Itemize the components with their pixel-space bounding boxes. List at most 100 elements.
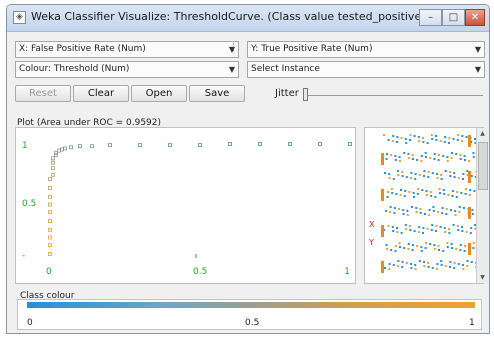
panel-strip-dot [456,225,459,227]
panel-strip-dot [464,193,467,195]
panel-strip-dot [417,136,420,138]
panel-strip-dot [394,159,397,161]
panel-strip-dot [409,139,411,141]
panel-strip-dot [389,211,392,213]
reset-button[interactable]: Reset [15,85,71,102]
panel-strip-marker [468,207,471,219]
save-button[interactable]: Save [189,85,245,102]
x-tick-label: 0.5 [193,267,207,277]
panel-strip-dot [400,232,403,234]
plot-area[interactable]: 1 0.5 - 0 0.5 1 [15,127,356,284]
panel-strip-dot [460,192,463,194]
panel-strip-dot [389,206,392,208]
panel-strip-dot [433,248,436,250]
panel-strip-dot [459,154,462,156]
panel-strip-dot [461,230,464,232]
panel-strip-dot [418,226,421,228]
panel-strip-dot [410,267,413,269]
panel-strip-dot [390,154,393,156]
roc-point [48,202,52,207]
panel-strip-dot [414,264,417,266]
panel-strip-dot [453,267,456,269]
panel-strip-dot [422,141,425,143]
panel-strip-dot [394,245,397,247]
panel-strip-dot [444,136,447,138]
x-tick-label: 0 [46,267,52,277]
panel-strip-dot [433,153,436,155]
minimize-button[interactable]: – [419,9,442,26]
roc-point [258,142,262,146]
clear-button[interactable]: Clear [73,85,129,102]
panel-strip-dot [397,170,399,172]
panel-strip-dot [432,210,435,212]
jitter-slider-track[interactable] [303,95,483,96]
panel-strip-dot [402,213,405,215]
panel-strip-dot [409,225,411,227]
class-colour-gradient [27,302,475,308]
panel-strip-dot [411,249,414,251]
panel-strip-dot [472,247,475,249]
panel-strip-dot [470,175,473,177]
panel-strip-dot [434,196,437,198]
panel-strip-dot [468,194,471,196]
panel-strip-dot [397,260,400,262]
panel-strip-dot [398,208,400,210]
panel-strip-dot [453,262,456,264]
panel-strip-dot [431,224,434,226]
panel-strip-dot [383,134,385,136]
panel-strip-dot [406,214,409,216]
x-axis-menu-icon[interactable]: ⋮ [229,41,239,58]
panel-strip-dot [429,157,432,159]
scroll-down-icon[interactable]: ▼ [478,272,487,283]
panel-strip-dot [450,243,453,245]
panel-strip-dot [395,193,398,195]
panel-strip-dot [466,265,469,267]
colour-select[interactable]: Colour: Threshold (Num) ▼ [15,61,239,78]
panel-strip-marker [381,189,384,201]
panel-strip-dot [433,158,436,160]
panel-strip-dot [449,175,452,177]
panel-strip-dot [410,177,412,179]
panel-strip-dot [425,156,427,158]
panel-strip-dot [430,195,433,197]
title-bar[interactable]: ◈ Weka Classifier Visualize: ThresholdCu… [7,5,489,32]
panel-strip-dot [451,247,453,249]
panel-strip-dot [401,175,404,177]
roc-point [48,235,52,240]
panel-y-label: Y [368,238,374,247]
panel-strip-dot [412,158,414,160]
panel-strip-dot [431,172,434,174]
panel-strip-dot [415,207,418,209]
roc-plot: 1 0.5 - 0 0.5 1 [22,141,352,277]
panel-strip-dot [400,189,402,191]
panel-strip-dot [425,190,428,192]
instance-select[interactable]: Select Instance ▼ [247,61,485,78]
panel-strip-dot [428,209,431,211]
panel-strip-dot [418,260,421,262]
maximize-button[interactable]: □ [442,9,465,26]
panel-strip-dot [422,232,424,234]
panel-strip-dot [472,156,475,158]
roc-point [198,143,202,148]
close-button[interactable]: ✕ [465,9,485,26]
y-axis-select[interactable]: Y: True Positive Rate (Num) ▼ [247,41,485,58]
attribute-panel[interactable]: X Y [364,127,484,284]
y-tick-label: 0.5 [22,199,36,209]
panel-strip-dot [449,261,452,263]
panel-strip-dot [399,246,401,248]
panel-scrollbar[interactable]: ▲ ▼ [476,128,488,283]
panel-strip-dot [446,242,449,244]
panel-strip-dot [393,207,396,209]
panel-strip-dot [453,172,456,174]
panel-strip-dot [387,225,390,227]
jitter-slider-thumb[interactable] [303,88,308,101]
panel-strip-dot [392,178,395,180]
scroll-up-icon[interactable]: ▲ [478,128,487,139]
panel-strip-dot [409,134,412,136]
panel-strip-dot [466,170,469,172]
scrollbar-thumb[interactable] [478,142,488,190]
panel-strip-dot [388,173,391,175]
x-axis-select[interactable]: X: False Positive Rate (Num) ▼ [15,41,239,58]
open-button[interactable]: Open [131,85,187,102]
panel-strip-dot [386,196,389,198]
